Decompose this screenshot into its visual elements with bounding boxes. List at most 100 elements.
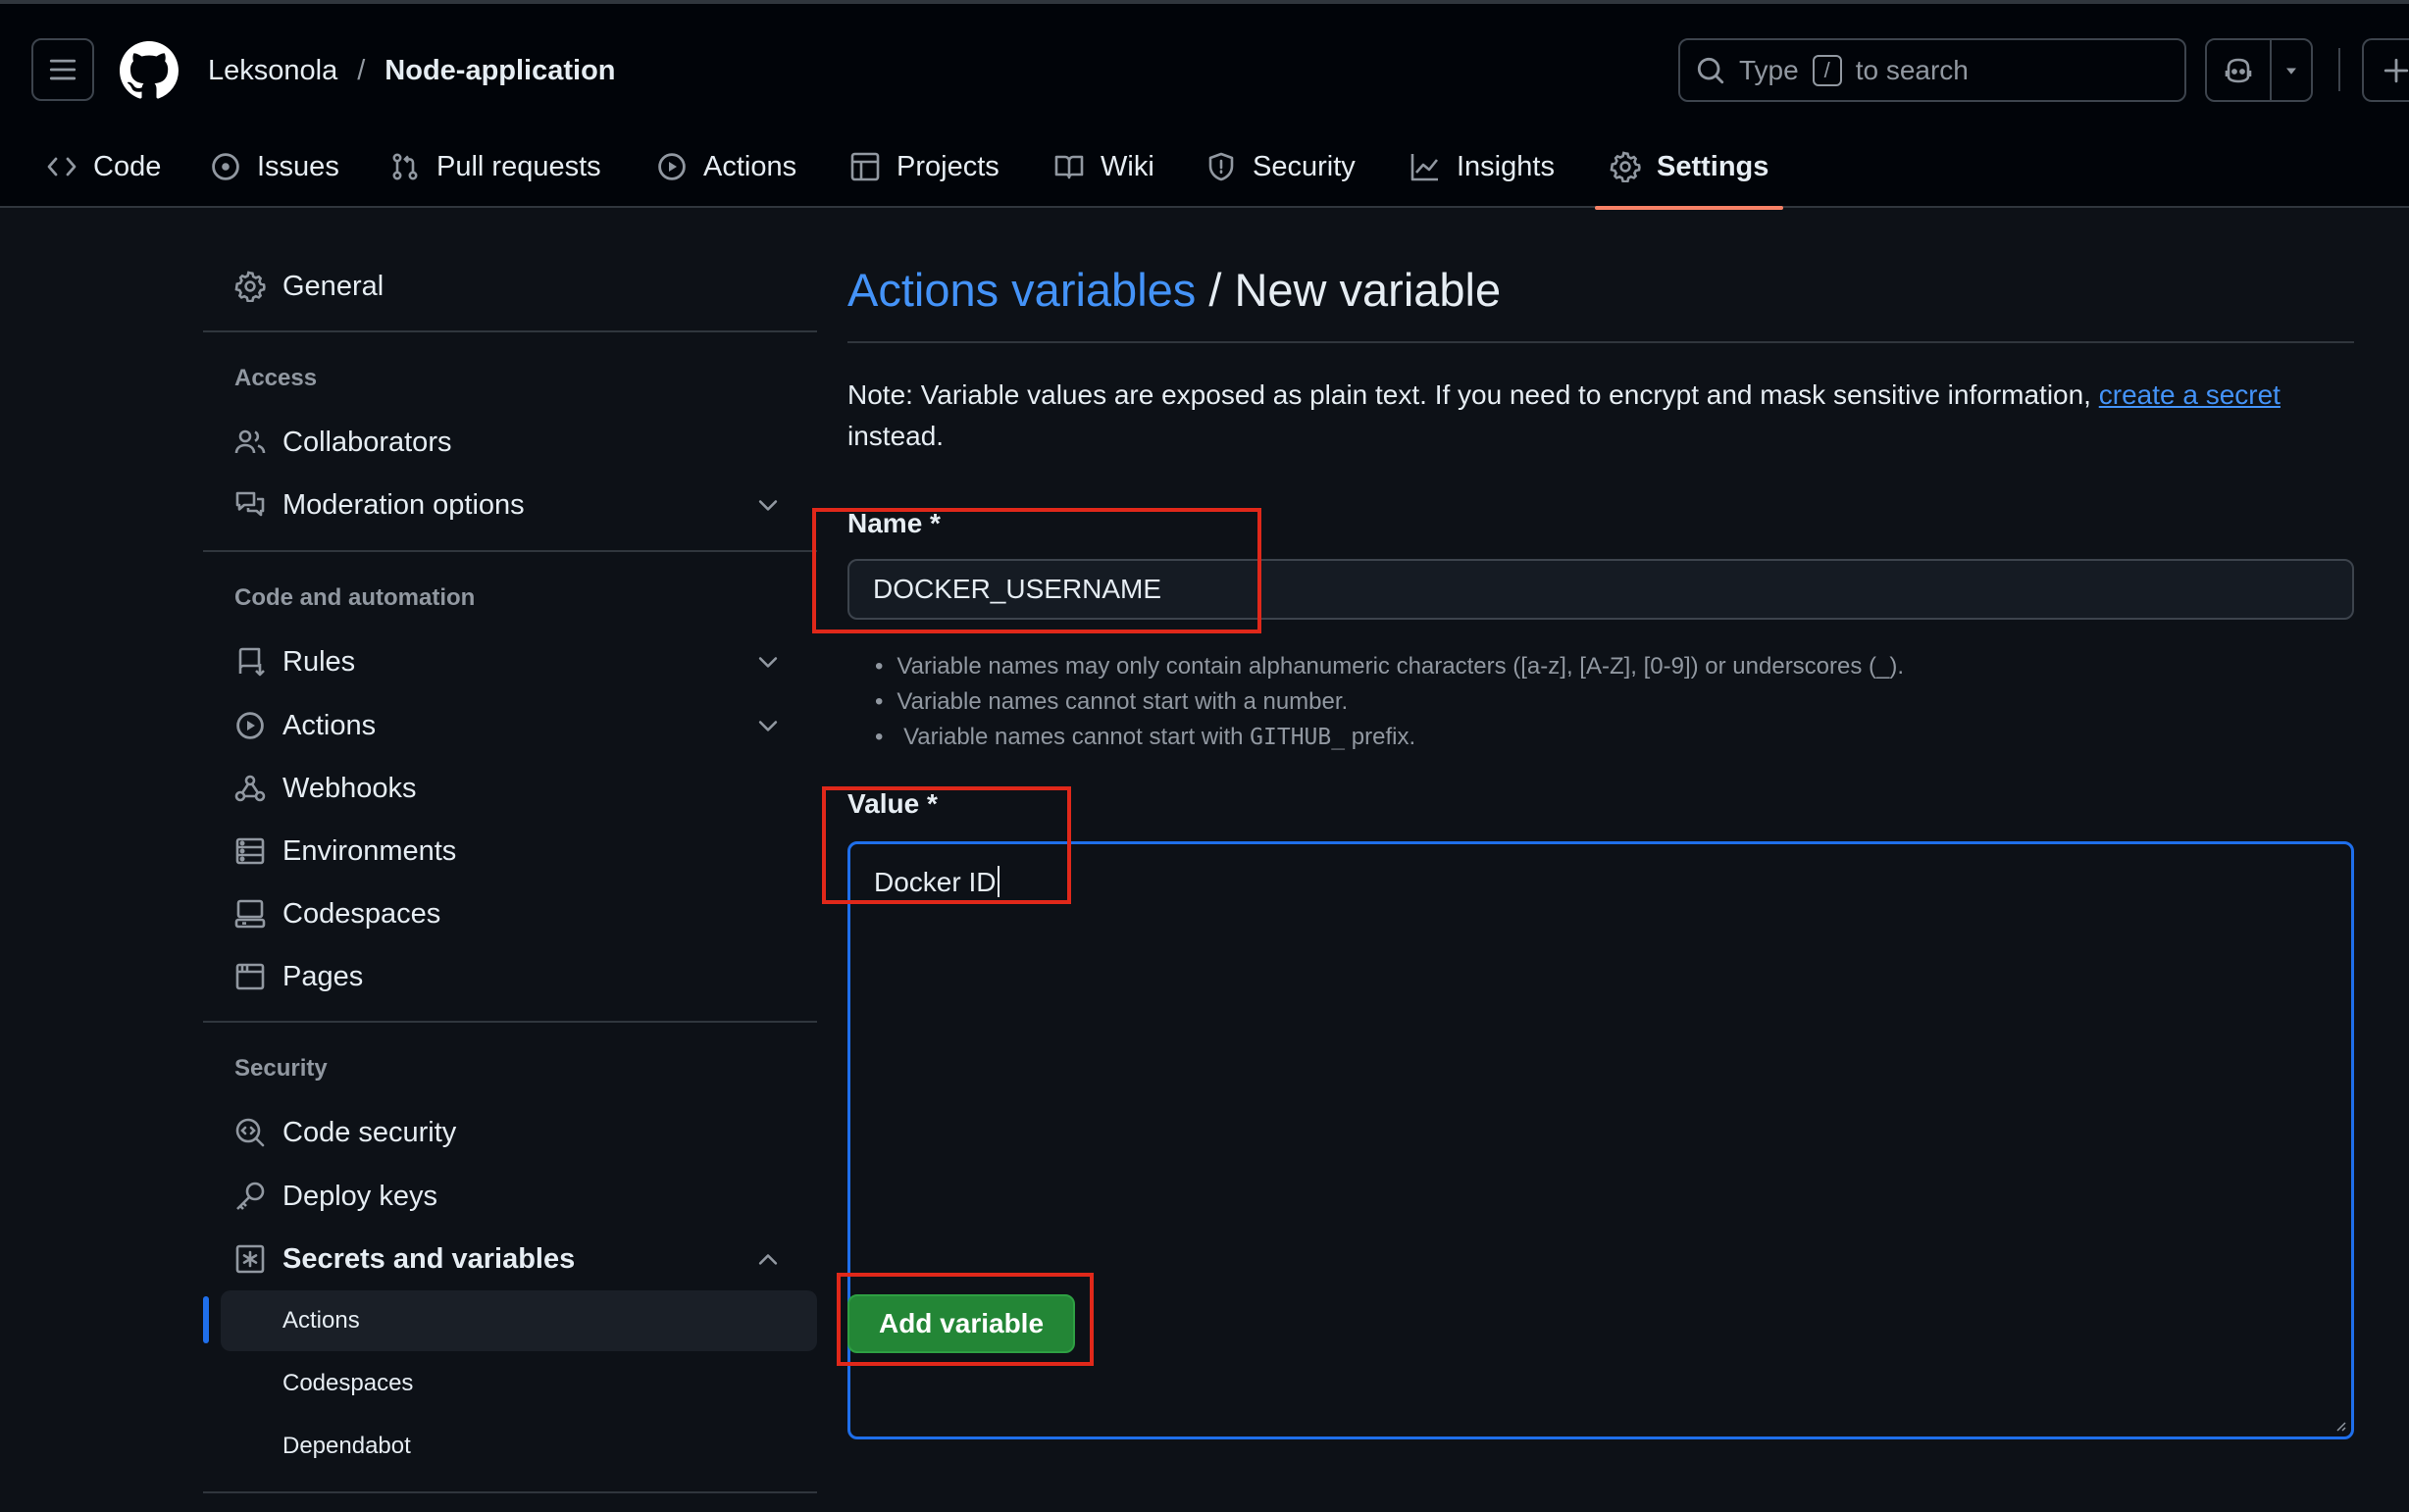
page-title: Actions variables / New variable — [847, 263, 1501, 317]
sidebar-item-general[interactable]: General — [203, 259, 817, 314]
sidebar-subitem-codespaces[interactable]: Codespaces — [221, 1353, 817, 1414]
tab-security[interactable]: Security — [1205, 139, 1356, 194]
codescan-icon — [234, 1117, 266, 1148]
sidebar-item-code-security[interactable]: Code security — [203, 1105, 817, 1160]
repo-push-icon — [234, 646, 266, 678]
code-icon — [47, 157, 77, 176]
copilot-dropdown[interactable] — [2272, 40, 2311, 100]
copilot-button-group[interactable] — [2205, 38, 2313, 102]
search-shortcut-key: / — [1812, 54, 1842, 86]
annotation-box-name — [812, 508, 1261, 633]
sidebar-item-collaborators[interactable]: Collaborators — [203, 415, 817, 470]
tab-settings[interactable]: Settings — [1610, 139, 1768, 194]
sidebar-item-rules[interactable]: Rules — [203, 634, 817, 689]
sidebar-subitem-dependabot[interactable]: Dependabot — [221, 1416, 817, 1477]
plus-icon — [2383, 58, 2409, 82]
people-icon — [234, 427, 266, 458]
shield-icon — [1208, 152, 1234, 181]
search-input[interactable]: Type / to search — [1678, 38, 2186, 102]
sidebar-item-environments[interactable]: Environments — [203, 824, 817, 879]
gear-icon — [1610, 151, 1641, 182]
sidebar-item-label: Moderation options — [282, 488, 525, 521]
resize-handle-icon[interactable] — [2332, 1417, 2347, 1433]
tab-label: Projects — [897, 150, 999, 182]
chevron-down-icon[interactable] — [754, 491, 782, 519]
sidebar-divider — [203, 330, 817, 332]
repo-link[interactable]: Node-application — [384, 55, 615, 87]
sidebar-item-label: Rules — [282, 645, 356, 678]
create-new-button[interactable] — [2362, 38, 2409, 102]
name-hints: Variable names may only contain alphanum… — [875, 649, 1904, 755]
hamburger-icon — [49, 59, 77, 80]
sidebar-item-webhooks[interactable]: Webhooks — [203, 761, 817, 816]
menu-button[interactable] — [31, 38, 94, 101]
sidebar-item-label: Environments — [282, 834, 457, 867]
secret-icon — [234, 1243, 266, 1275]
note-end: instead. — [847, 421, 945, 451]
tab-pull-requests[interactable]: Pull requests — [389, 139, 601, 194]
issue-icon — [212, 153, 239, 180]
pull-request-icon — [392, 153, 418, 180]
header-divider — [2338, 48, 2340, 91]
tab-label: Code — [93, 150, 162, 182]
chevron-down-icon[interactable] — [754, 712, 782, 739]
sidebar-item-moderation[interactable]: Moderation options — [203, 478, 817, 532]
sidebar-item-label: General — [282, 270, 384, 302]
sidebar-item-label: Actions — [282, 709, 377, 741]
sidebar-item-label: Webhooks — [282, 772, 417, 804]
sidebar-item-pages[interactable]: Pages — [203, 949, 817, 1004]
hint-item: Variable names may only contain alphanum… — [875, 649, 1904, 684]
copilot-button[interactable] — [2207, 40, 2272, 100]
note-body: Note: Variable values are exposed as pla… — [847, 379, 2091, 410]
sidebar-item-deploy-keys[interactable]: Deploy keys — [203, 1169, 817, 1224]
tab-code[interactable]: Code — [46, 139, 161, 194]
sidebar-item-label: Secrets and variables — [282, 1242, 576, 1275]
graph-icon — [1410, 154, 1439, 181]
tab-projects[interactable]: Projects — [849, 139, 999, 194]
key-icon — [234, 1181, 266, 1212]
codespaces-icon — [234, 898, 266, 930]
title-divider — [847, 341, 2354, 343]
tab-label: Settings — [1657, 150, 1769, 182]
copilot-icon — [2225, 58, 2252, 82]
triangle-down-icon — [2286, 68, 2296, 75]
sidebar-item-label: Pages — [282, 960, 364, 992]
sidebar-item-label: Collaborators — [282, 426, 452, 458]
table-icon — [850, 152, 880, 181]
sidebar-subitem-actions[interactable]: Actions — [221, 1290, 817, 1351]
tab-label: Security — [1253, 150, 1356, 182]
active-item-indicator — [203, 1296, 209, 1343]
sidebar-item-actions[interactable]: Actions — [203, 698, 817, 753]
tab-wiki[interactable]: Wiki — [1053, 139, 1154, 194]
sidebar-divider — [203, 1021, 817, 1023]
comment-discussion-icon — [234, 489, 266, 521]
tab-label: Wiki — [1101, 150, 1154, 182]
chevron-up-icon[interactable] — [754, 1245, 782, 1273]
sidebar-item-label: Code security — [282, 1116, 457, 1148]
chevron-down-icon[interactable] — [754, 648, 782, 676]
tab-issues[interactable]: Issues — [210, 139, 339, 194]
tab-insights[interactable]: Insights — [1410, 139, 1555, 194]
page-title-text: / New variable — [1208, 264, 1502, 316]
webhook-icon — [234, 773, 266, 804]
repo-header: Leksonola / Node-application Type / to s… — [0, 0, 2409, 210]
repo-nav-tabs: Code Issues Pull requests Actions Projec… — [0, 131, 2409, 212]
create-secret-link[interactable]: create a secret — [2099, 379, 2281, 410]
tab-label: Insights — [1457, 150, 1555, 182]
actions-variables-link[interactable]: Actions variables — [847, 264, 1196, 316]
hint-text: prefix. — [1351, 724, 1416, 750]
github-logo-icon[interactable] — [120, 41, 179, 100]
sidebar-heading-code-automation: Code and automation — [234, 584, 476, 611]
play-icon — [234, 710, 266, 741]
global-bar: Leksonola / Node-application Type / to s… — [0, 4, 2409, 131]
sidebar-heading-security: Security — [234, 1055, 328, 1082]
sidebar-item-secrets-variables[interactable]: Secrets and variables — [203, 1232, 817, 1286]
sidebar-item-codespaces[interactable]: Codespaces — [203, 886, 817, 941]
tab-label: Issues — [257, 150, 339, 182]
hint-item: Variable names cannot start with a numbe… — [875, 684, 1904, 720]
owner-link[interactable]: Leksonola — [208, 55, 337, 87]
breadcrumb-separator: / — [357, 54, 366, 86]
search-suffix: to search — [1855, 54, 1969, 85]
sidebar-item-label: Deploy keys — [282, 1180, 437, 1212]
tab-actions[interactable]: Actions — [656, 139, 796, 194]
